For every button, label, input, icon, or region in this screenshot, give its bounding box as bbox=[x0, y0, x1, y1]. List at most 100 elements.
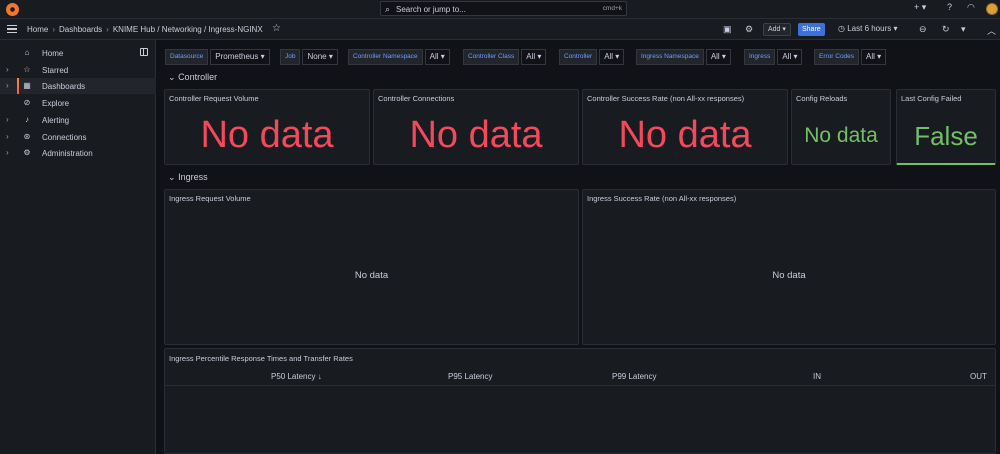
menu-icon[interactable] bbox=[7, 25, 17, 33]
search-icon: ⌕ bbox=[385, 4, 391, 14]
settings-gear-icon[interactable]: ⚙ bbox=[745, 24, 753, 35]
variable-value: All bbox=[866, 52, 875, 61]
variable-select[interactable]: All ▾ bbox=[521, 49, 547, 65]
breadcrumb-home[interactable]: Home bbox=[27, 25, 48, 34]
panel-controller-success-rate[interactable]: Controller Success Rate (non All-xx resp… bbox=[582, 89, 788, 165]
panel-config-reloads[interactable]: Config Reloads No data bbox=[791, 89, 891, 165]
new-plus-icon[interactable]: + ▾ bbox=[914, 2, 926, 13]
search-bar[interactable]: ⌕ Search or jump to... cmd+k bbox=[380, 1, 627, 16]
breadcrumb-separator-icon: › bbox=[52, 25, 56, 34]
variable-select[interactable]: All ▾ bbox=[599, 49, 625, 65]
expand-chevron-icon[interactable]: › bbox=[6, 132, 9, 141]
variable-value: Prometheus bbox=[215, 52, 259, 61]
grafana-logo-icon[interactable] bbox=[6, 3, 19, 16]
time-range-picker[interactable]: ◷ Last 6 hours ▾ bbox=[838, 24, 898, 33]
save-icon[interactable]: ▣ bbox=[723, 24, 732, 35]
variable-value: All bbox=[526, 52, 536, 61]
add-button[interactable]: Add ▾ bbox=[763, 23, 791, 36]
row-controller[interactable]: ⌄ Controller bbox=[168, 72, 217, 83]
variable-value: All bbox=[710, 52, 720, 61]
refresh-interval-chevron-icon[interactable]: ▾ bbox=[961, 24, 966, 35]
row-collapse-chevron-icon: ⌄ bbox=[168, 72, 176, 82]
expand-chevron-icon[interactable]: › bbox=[6, 81, 9, 90]
sidebar-item-connections[interactable]: › ⊛ Connections bbox=[0, 129, 156, 145]
panel-title: Controller Request Volume bbox=[169, 94, 259, 103]
sidebar-item-label: Starred bbox=[42, 66, 69, 75]
variable-select[interactable]: All ▾ bbox=[777, 49, 803, 65]
share-button[interactable]: Share bbox=[798, 23, 825, 36]
sidebar-item-home[interactable]: ⌂ Home bbox=[0, 45, 156, 61]
variable-label: Job bbox=[280, 49, 301, 65]
variable-select[interactable]: All ▾ bbox=[705, 49, 731, 65]
sidebar-item-explore[interactable]: ⊘ Explore bbox=[0, 95, 156, 111]
expand-chevron-icon[interactable]: › bbox=[6, 115, 9, 124]
row-title: Ingress bbox=[178, 172, 208, 182]
variable-job: Job None ▾ bbox=[280, 49, 338, 65]
collapse-chevron-up-icon[interactable]: ︿ bbox=[987, 24, 996, 37]
variable-select[interactable]: Prometheus ▾ bbox=[210, 49, 270, 65]
variable-label: Controller Class bbox=[463, 49, 520, 65]
variable-value: None bbox=[307, 52, 327, 61]
gear-icon: ⚙ bbox=[23, 148, 31, 157]
dashboard-toolbar: Home › Dashboards › KNIME Hub / Networking /… bbox=[0, 19, 1000, 40]
variable-value: All bbox=[429, 52, 439, 61]
time-range-label: Last 6 hours bbox=[847, 24, 892, 33]
variable-datasource: Datasource Prometheus ▾ bbox=[165, 49, 270, 65]
news-rss-icon[interactable]: ◠ bbox=[967, 2, 975, 13]
row-title: Controller bbox=[178, 72, 218, 82]
panel-title: Controller Connections bbox=[378, 94, 455, 103]
breadcrumb-current: KNIME Hub / Networking / Ingress-NGINX bbox=[112, 25, 263, 34]
breadcrumb-separator-icon: › bbox=[106, 25, 109, 34]
expand-chevron-icon[interactable]: › bbox=[6, 65, 9, 74]
variable-controller-class: Controller Class All ▾ bbox=[463, 49, 547, 65]
bell-icon: ♪ bbox=[25, 115, 29, 124]
variable-select[interactable]: All ▾ bbox=[424, 49, 450, 65]
panel-ingress-request-volume[interactable]: Ingress Request Volume No data bbox=[164, 189, 579, 345]
expand-chevron-icon[interactable]: › bbox=[6, 148, 9, 157]
breadcrumb-dashboards[interactable]: Dashboards bbox=[59, 25, 102, 34]
stat-value: No data bbox=[804, 124, 878, 147]
row-ingress[interactable]: ⌄ Ingress bbox=[168, 172, 208, 183]
sidebar-item-label: Dashboards bbox=[42, 82, 86, 91]
sidebar-item-starred[interactable]: › ☆ Starred bbox=[0, 62, 156, 78]
variable-select[interactable]: All ▾ bbox=[861, 49, 887, 65]
clock-icon: ◷ bbox=[838, 24, 845, 33]
panel-controller-request-volume[interactable]: Controller Request Volume No data bbox=[164, 89, 370, 165]
sidebar-item-label: Administration bbox=[42, 149, 93, 158]
stat-value: False bbox=[914, 121, 978, 151]
column-header-p99-latency[interactable]: P99 Latency bbox=[612, 372, 656, 381]
breadcrumb: Home › Dashboards › KNIME Hub / Networking /… bbox=[27, 25, 263, 34]
sidebar-item-administration[interactable]: › ⚙ Administration bbox=[0, 145, 156, 161]
column-header-p50-latency[interactable]: P50 Latency ↓ bbox=[271, 372, 322, 381]
add-button-label: Add bbox=[768, 26, 781, 33]
panel-controller-connections[interactable]: Controller Connections No data bbox=[373, 89, 579, 165]
column-header-in[interactable]: IN bbox=[813, 372, 821, 381]
sidebar-item-alerting[interactable]: › ♪ Alerting bbox=[0, 112, 156, 128]
mark-favorite-star-icon[interactable]: ☆ bbox=[272, 23, 281, 34]
zoom-out-icon[interactable]: ⊖ bbox=[919, 24, 927, 35]
user-avatar[interactable] bbox=[986, 3, 998, 15]
variable-controller: Controller All ▾ bbox=[559, 49, 625, 65]
sidebar-item-dashboards[interactable]: › ▦ Dashboards bbox=[0, 78, 156, 94]
panel-last-config-failed[interactable]: Last Config Failed False bbox=[896, 89, 996, 165]
home-icon: ⌂ bbox=[24, 48, 30, 57]
panel-title: Ingress Success Rate (non All-xx respons… bbox=[587, 194, 737, 203]
variable-select[interactable]: None ▾ bbox=[302, 49, 338, 65]
variable-value: All bbox=[604, 52, 614, 61]
stat-value: No data bbox=[409, 114, 543, 156]
column-header-out[interactable]: OUT bbox=[970, 372, 987, 381]
variable-error-codes: Error Codes All ▾ bbox=[814, 49, 887, 65]
column-header-p95-latency[interactable]: P95 Latency bbox=[448, 372, 492, 381]
panel-ingress-success-rate[interactable]: Ingress Success Rate (non All-xx respons… bbox=[582, 189, 996, 345]
no-data-message: No data bbox=[354, 270, 389, 281]
panel-title: Ingress Percentile Response Times and Tr… bbox=[169, 354, 353, 363]
help-icon[interactable]: ? bbox=[947, 2, 952, 12]
top-bar: ⌕ Search or jump to... cmd+k + ▾ ? ◠ bbox=[0, 0, 1000, 19]
variable-controller-namespace: Controller Namespace All ▾ bbox=[348, 49, 450, 65]
refresh-icon[interactable]: ↻ bbox=[942, 24, 950, 35]
variable-ingress-namespace: Ingress Namespace All ▾ bbox=[636, 49, 731, 65]
variable-label: Error Codes bbox=[814, 49, 860, 65]
panel-ingress-percentiles-table[interactable]: Ingress Percentile Response Times and Tr… bbox=[164, 348, 996, 454]
panel-title: Controller Success Rate (non All-xx resp… bbox=[587, 94, 745, 103]
variable-label: Controller bbox=[559, 49, 598, 65]
